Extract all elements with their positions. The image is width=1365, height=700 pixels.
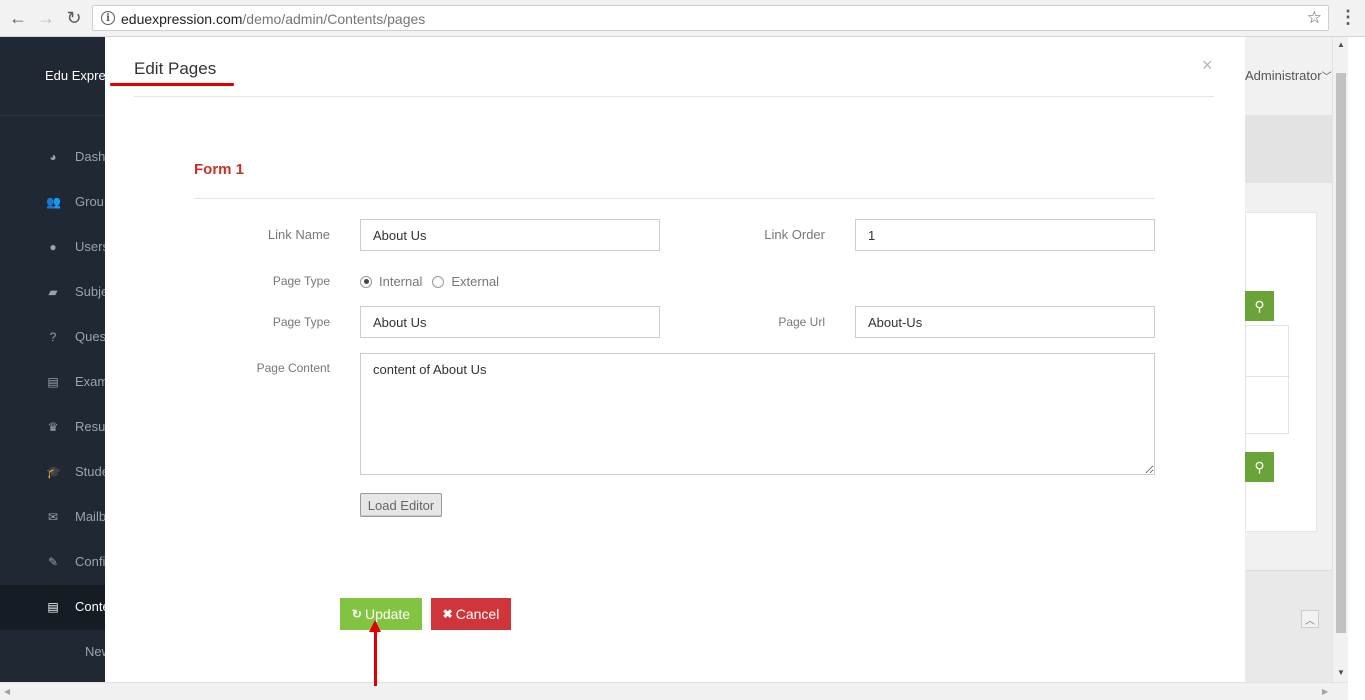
refresh-icon: ↻ <box>351 607 362 621</box>
user-menu-label: Administrator <box>1245 68 1322 83</box>
load-editor-button[interactable]: Load Editor <box>360 493 442 517</box>
envelope-icon: ✉ <box>47 510 59 524</box>
search-button-2[interactable]: ⚲ <box>1245 452 1274 482</box>
sidebar-item-label: Exam <box>75 374 109 389</box>
vertical-scroll-thumb[interactable] <box>1336 73 1346 633</box>
dashboard-icon: ◕ <box>49 150 57 164</box>
sidebar-item-label: Mailb <box>75 509 107 524</box>
sidebar-item-label: Users <box>75 239 109 254</box>
sidebar-item-label: Dash <box>75 149 106 164</box>
url-text: eduexpression.com/demo/admin/Contents/pa… <box>121 11 425 27</box>
link-name-input[interactable] <box>360 219 660 251</box>
arrow-annotation <box>374 629 377 686</box>
sidebar-item-2[interactable]: ● Users <box>0 225 109 270</box>
sidebar-item-label: Ques <box>75 329 107 344</box>
user-menu[interactable]: Administrator﹀ <box>1245 68 1332 83</box>
info-icon[interactable]: i <box>101 11 115 25</box>
address-bar[interactable]: i eduexpression.com/demo/admin/Contents/… <box>92 5 1329 31</box>
brand-name: Edu Expre <box>45 68 106 83</box>
update-button[interactable]: ↻ Update <box>340 598 422 630</box>
sidebar-item-0[interactable]: ◕ Dash <box>0 135 105 180</box>
chevron-down-icon: ﹀ <box>1321 72 1332 83</box>
back-arrow-icon[interactable]: ← <box>7 7 29 29</box>
page-header-band <box>1245 115 1332 183</box>
sidebar-item-4[interactable]: ? Ques <box>0 315 107 360</box>
sidebar-divider <box>0 115 105 116</box>
cancel-button[interactable]: ✖ Cancel <box>431 598 511 630</box>
search-icon: ⚲ <box>1254 458 1265 475</box>
link-order-label: Link Order <box>764 227 825 242</box>
close-icon[interactable]: × <box>1202 55 1213 76</box>
cancel-label: Cancel <box>455 606 500 622</box>
list-icon: ▤ <box>47 375 59 389</box>
page-type-radio-group: Internal External <box>360 274 509 289</box>
page-url-label: Page Url <box>778 315 825 329</box>
link-name-label: Link Name <box>267 227 330 242</box>
edit-pages-modal: Edit Pages × Form 1 Link Name Link Order… <box>105 37 1245 686</box>
radio-internal-label[interactable]: Internal <box>379 274 422 289</box>
sidebar-item-label: Subje <box>75 284 109 299</box>
horizontal-scrollbar[interactable]: ◀ ▶ <box>0 682 1348 700</box>
sidebar-item-5[interactable]: ▤ Exam <box>0 360 109 405</box>
user-icon: ● <box>49 240 57 254</box>
forward-arrow-icon[interactable]: → <box>35 7 57 29</box>
radio-external[interactable] <box>432 275 445 288</box>
radio-external-label[interactable]: External <box>451 274 499 289</box>
list-alt-icon: ▤ <box>47 600 59 614</box>
sidebar-item-label: Stude <box>75 464 109 479</box>
sidebar-item-label: Grou <box>75 194 104 209</box>
browser-toolbar: ← → ↻ i eduexpression.com/demo/admin/Con… <box>0 0 1365 37</box>
sidebar-item-10[interactable]: ▤ Conte <box>0 585 110 630</box>
page-url-input[interactable] <box>855 306 1155 338</box>
page-content-label: Page Content <box>256 361 330 375</box>
link-order-input[interactable] <box>855 219 1155 251</box>
sidebar-item-label: Resu <box>75 419 106 434</box>
sidebar: Edu Expre ◕ Dash 👥 Grou ● Users ▰ Subje? Ques ▤ Ex… <box>0 37 111 682</box>
table-fragment <box>1245 325 1290 434</box>
window-edge <box>1348 37 1365 700</box>
question-icon: ? <box>49 330 57 344</box>
bookmark-star-icon[interactable]: ☆ <box>1307 8 1322 28</box>
page-type-radio-label: Page Type <box>272 274 330 288</box>
vertical-scrollbar[interactable]: ▲ ▼ <box>1332 37 1348 682</box>
form-divider <box>194 198 1155 199</box>
url-path: /demo/admin/Contents/pages <box>242 11 426 27</box>
users-group-icon: 👥 <box>46 195 61 209</box>
page-content-textarea[interactable]: content of About Us <box>360 353 1155 475</box>
sidebar-item-3[interactable]: ▰ Subje <box>0 270 109 315</box>
radio-internal[interactable] <box>360 275 372 288</box>
close-x-icon: ✖ <box>442 607 453 621</box>
form-heading: Form 1 <box>194 161 245 178</box>
modal-title: Edit Pages <box>134 59 217 78</box>
page-type-input[interactable] <box>360 306 660 338</box>
modal-header-divider <box>134 96 1214 97</box>
sidebar-item-9[interactable]: ✎ Confi <box>0 540 105 585</box>
chevron-up-icon: ︿ <box>1305 615 1315 627</box>
search-button-1[interactable]: ⚲ <box>1245 291 1274 321</box>
scroll-left-arrow-icon[interactable]: ◀ <box>4 687 10 696</box>
book-icon: ▰ <box>48 285 58 299</box>
scroll-down-arrow-icon[interactable]: ▼ <box>1337 668 1345 677</box>
wrench-icon: ✎ <box>47 555 59 569</box>
sidebar-item-1[interactable]: 👥 Grou <box>0 180 105 225</box>
reload-icon[interactable]: ↻ <box>63 7 85 29</box>
sidebar-item-label: Confi <box>75 554 106 569</box>
scroll-up-arrow-icon[interactable]: ▲ <box>1337 40 1345 49</box>
scroll-top-button[interactable]: ︿ <box>1301 610 1319 628</box>
sidebar-item-6[interactable]: ♛ Resu <box>0 405 106 450</box>
sidebar-item-7[interactable]: 🎓 Stude <box>0 450 109 495</box>
scroll-right-arrow-icon[interactable]: ▶ <box>1322 687 1328 696</box>
url-domain: eduexpression.com <box>121 11 243 27</box>
search-icon: ⚲ <box>1254 297 1265 314</box>
browser-menu-icon[interactable]: ⋮ <box>1339 7 1357 28</box>
page-type-label: Page Type <box>272 315 330 329</box>
title-underline-annotation <box>110 83 234 86</box>
sidebar-item-8[interactable]: ✉ Mailb <box>0 495 107 540</box>
graduation-cap-icon: 🎓 <box>46 465 61 479</box>
trophy-icon: ♛ <box>47 420 59 434</box>
